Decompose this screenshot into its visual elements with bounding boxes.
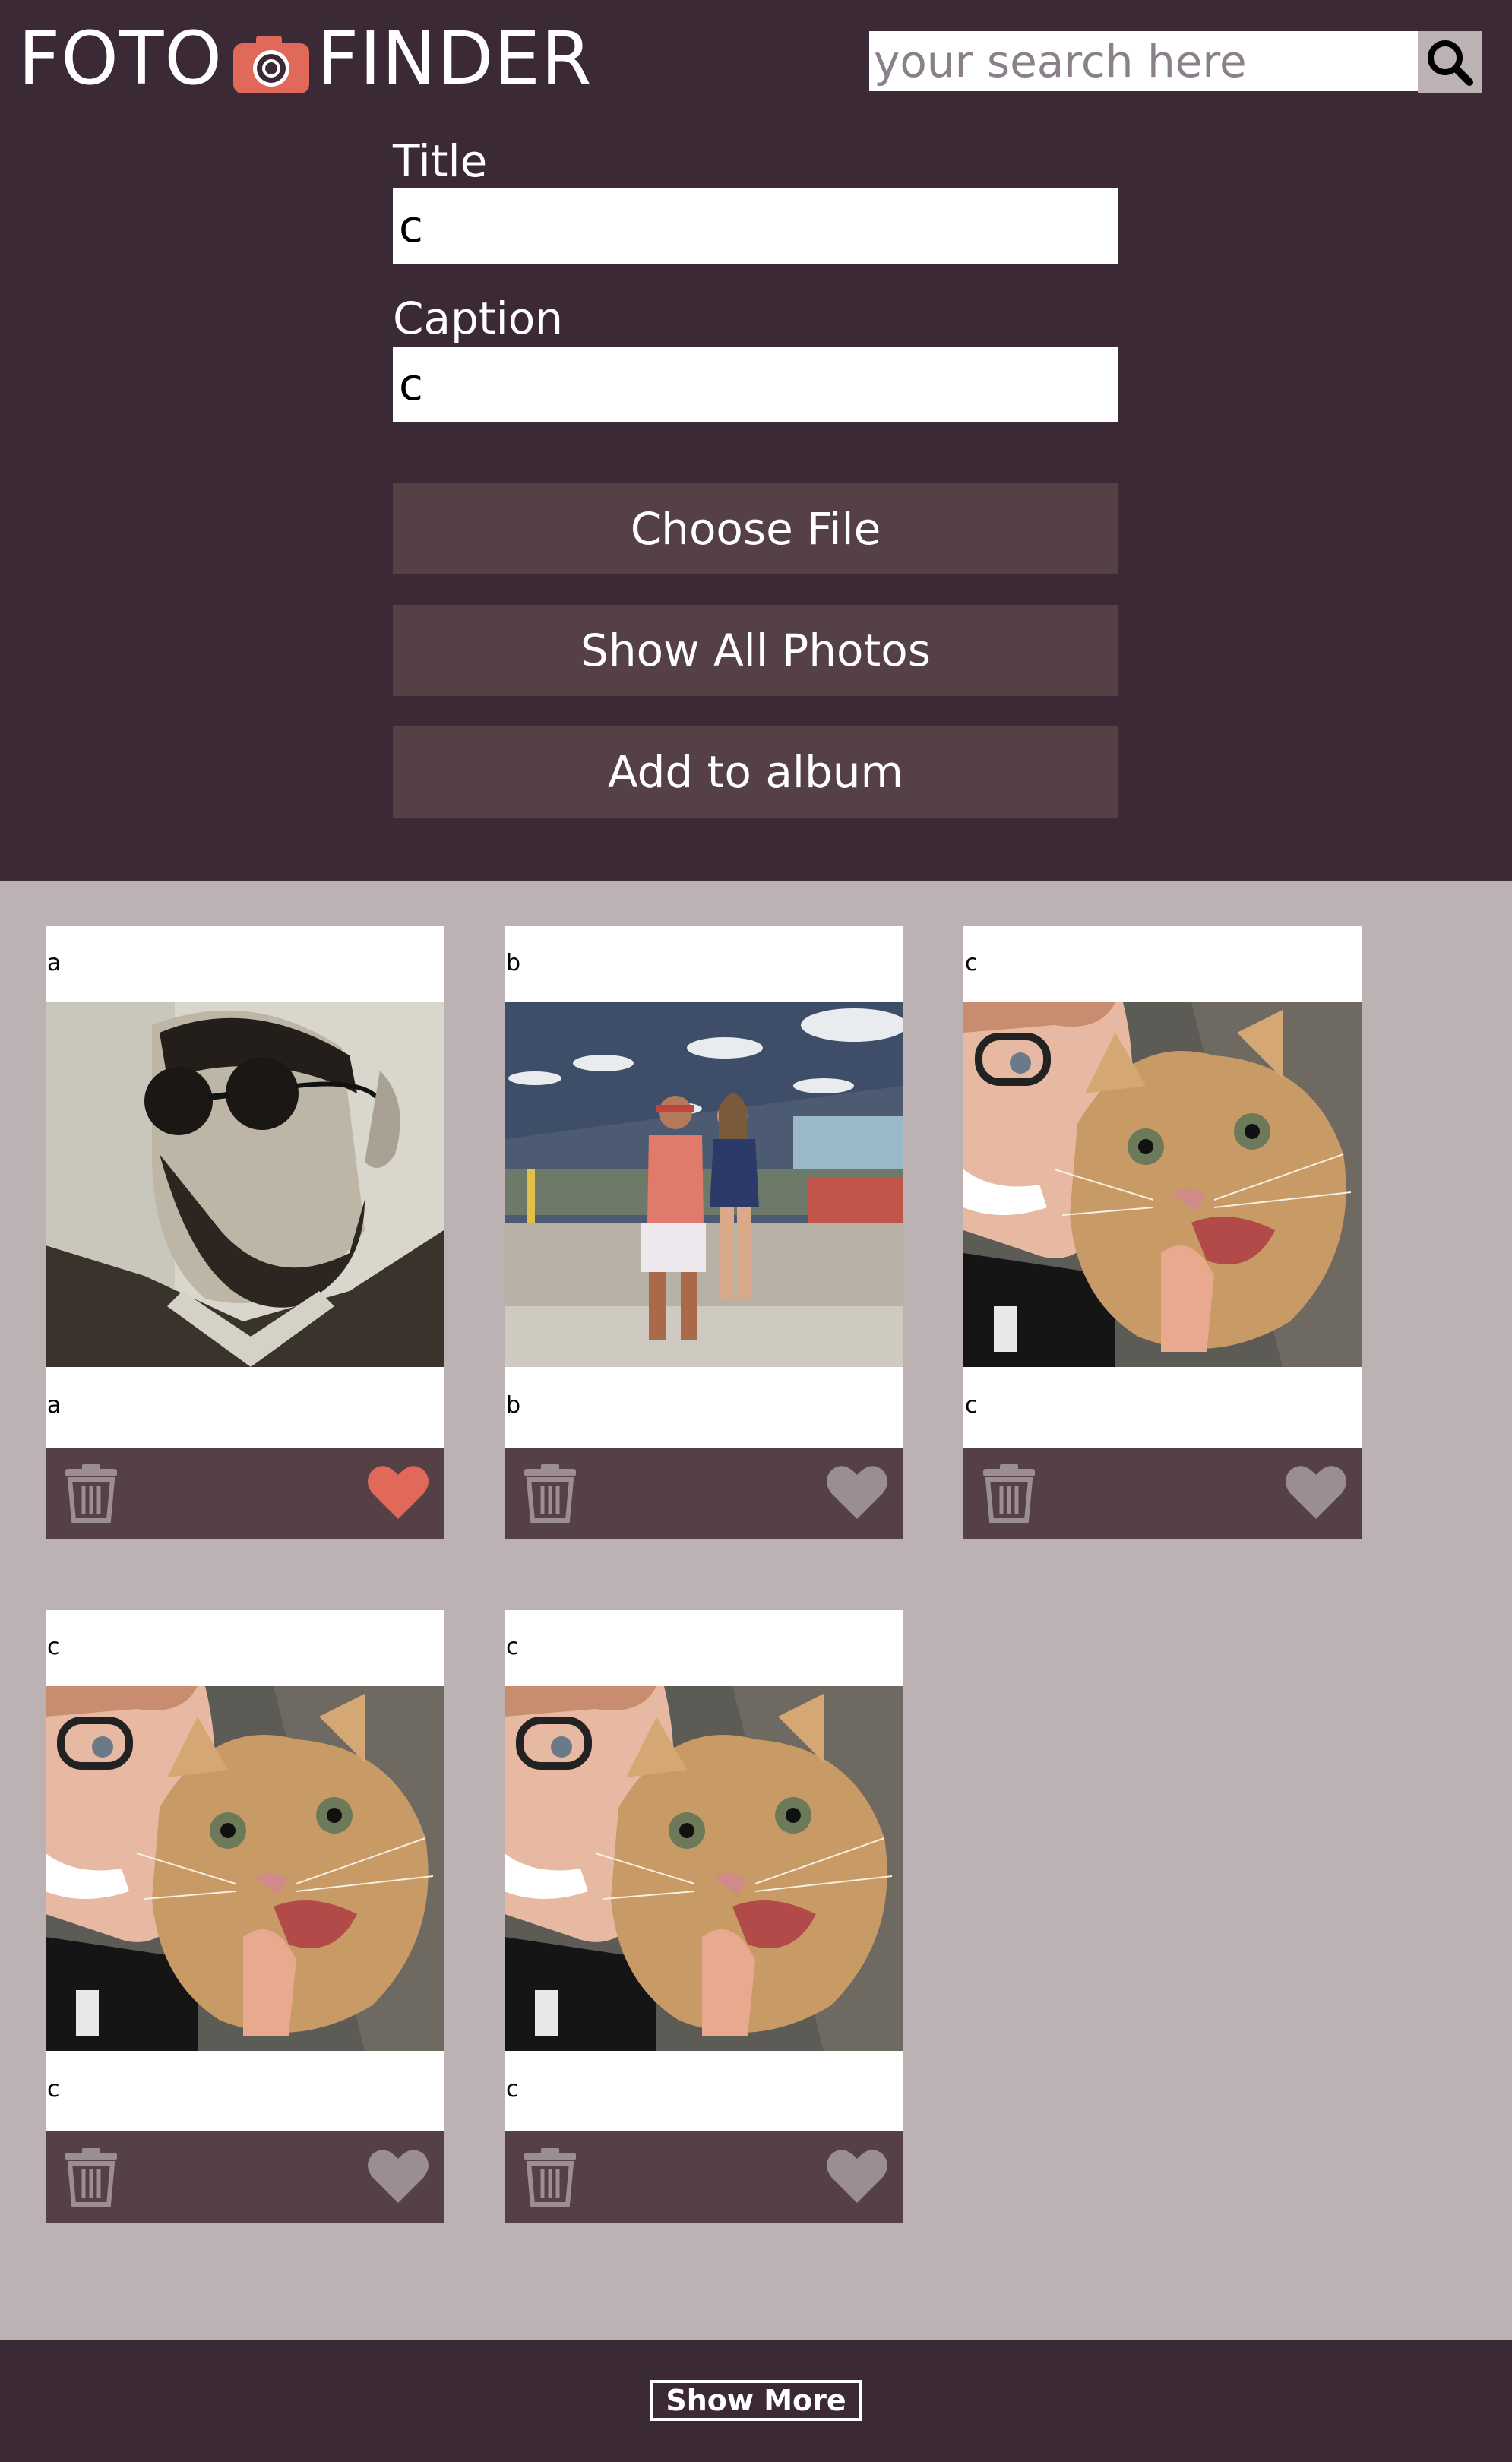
search-button[interactable] bbox=[1418, 31, 1482, 93]
card-actions-bar bbox=[963, 1448, 1362, 1539]
heart-icon[interactable] bbox=[366, 2145, 430, 2206]
card-caption[interactable]: a bbox=[47, 1394, 61, 1417]
trash-icon[interactable] bbox=[520, 2147, 580, 2207]
logo-text-finder: FINDER bbox=[316, 16, 593, 101]
photo-card: b b bbox=[505, 926, 903, 1546]
photo-card: a a bbox=[46, 926, 444, 1546]
footer-bar: Show More bbox=[0, 2340, 1512, 2462]
caption-label: Caption bbox=[393, 293, 563, 344]
camera-icon bbox=[232, 32, 309, 93]
photo-card: c c bbox=[963, 926, 1362, 1546]
logo-text-foto: FOTO bbox=[18, 16, 223, 101]
card-caption[interactable]: c bbox=[506, 2078, 519, 2101]
photo-woman-with-cat[interactable] bbox=[46, 1686, 444, 2051]
card-title[interactable]: c bbox=[47, 1636, 60, 1659]
heart-icon[interactable] bbox=[366, 1461, 430, 1522]
card-caption[interactable]: c bbox=[965, 1394, 978, 1417]
add-to-album-button[interactable]: Add to album bbox=[393, 726, 1118, 818]
trash-icon[interactable] bbox=[61, 1463, 122, 1524]
photo-card: c c bbox=[46, 1610, 444, 2230]
title-label: Title bbox=[393, 135, 488, 187]
heart-icon[interactable] bbox=[1284, 1461, 1348, 1522]
caption-input[interactable] bbox=[393, 347, 1118, 422]
photo-woman-with-cat[interactable] bbox=[505, 1686, 903, 2051]
show-all-photos-button[interactable]: Show All Photos bbox=[393, 605, 1118, 696]
photo-couple-outdoors[interactable] bbox=[505, 1002, 903, 1367]
card-title[interactable]: b bbox=[506, 952, 520, 975]
card-title[interactable]: a bbox=[47, 952, 61, 975]
card-actions-bar bbox=[505, 2131, 903, 2223]
trash-icon[interactable] bbox=[979, 1463, 1039, 1524]
card-caption[interactable]: b bbox=[506, 1394, 520, 1417]
title-input[interactable] bbox=[393, 188, 1118, 264]
trash-icon[interactable] bbox=[61, 2147, 122, 2207]
search-input[interactable] bbox=[869, 31, 1418, 91]
show-more-button[interactable]: Show More bbox=[650, 2380, 862, 2421]
photo-card: c c bbox=[505, 1610, 903, 2230]
card-title[interactable]: c bbox=[506, 1636, 519, 1659]
photo-man-sunglasses[interactable] bbox=[46, 1002, 444, 1367]
card-actions-bar bbox=[46, 1448, 444, 1539]
card-actions-bar bbox=[505, 1448, 903, 1539]
choose-file-button[interactable]: Choose File bbox=[393, 483, 1118, 574]
header-form-panel: FOTO FINDER Title Caption Choose File Sh… bbox=[0, 0, 1512, 881]
search-icon bbox=[1428, 40, 1473, 86]
heart-icon[interactable] bbox=[825, 2145, 889, 2206]
card-title[interactable]: c bbox=[965, 952, 978, 975]
photo-woman-with-cat[interactable] bbox=[963, 1002, 1362, 1367]
trash-icon[interactable] bbox=[520, 1463, 580, 1524]
app-logo[interactable]: FOTO FINDER bbox=[18, 17, 593, 100]
heart-icon[interactable] bbox=[825, 1461, 889, 1522]
card-caption[interactable]: c bbox=[47, 2078, 60, 2101]
card-actions-bar bbox=[46, 2131, 444, 2223]
